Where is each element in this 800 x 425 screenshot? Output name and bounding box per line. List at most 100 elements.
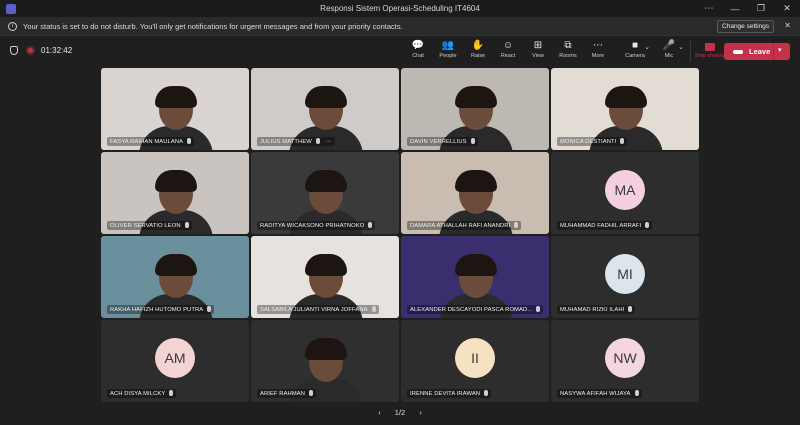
participant-tile[interactable]: RAKHA HAFIZH HUTOMO PUTRA [101, 236, 249, 318]
minimize-button[interactable]: — [722, 0, 748, 17]
share-icon [703, 39, 717, 52]
notification-close-icon[interactable]: ✕ [784, 21, 791, 30]
participant-name: SALSABILA JULIANTI VIRNA JOFFANA [257, 305, 379, 314]
participant-name: MUHAMAD RIZKI ILAHI [557, 305, 636, 314]
more-button[interactable]: ⋯ More [583, 39, 613, 63]
more-icon: ⋯ [593, 40, 603, 51]
close-window-button[interactable]: ✕ [774, 0, 800, 17]
people-icon: 👥 [441, 40, 455, 51]
rooms-button[interactable]: ⧉ Rooms [553, 39, 583, 63]
chevron-down-icon[interactable]: ▾ [778, 46, 782, 54]
participant-name: NASYWA AFIFAH WIJAYA [557, 389, 642, 398]
participant-name: MONICA DESTIANTI [557, 137, 628, 146]
leave-button[interactable]: Leave ▾ [724, 43, 790, 60]
stop-sharing-button[interactable]: Stop sharing [695, 39, 725, 63]
dnd-notification-bar: i Your status is set to do not disturb. … [0, 17, 800, 36]
participant-tile[interactable]: MA MUHAMMAD FADHIL ARRAFI [551, 152, 699, 234]
people-button[interactable]: 👥 People [433, 39, 463, 63]
raise-button[interactable]: ✋ Raise [463, 39, 493, 63]
chat-icon: 💬 [411, 40, 425, 51]
chevron-down-icon[interactable]: ⌄ [644, 43, 650, 51]
hang-up-icon [733, 49, 743, 54]
leave-label: Leave [749, 47, 771, 56]
participant-tile[interactable]: NW NASYWA AFIFAH WIJAYA [551, 320, 699, 402]
mic-icon [484, 390, 489, 396]
participant-name: MUHAMMAD FADHIL ARRAFI [557, 221, 653, 230]
participant-tile[interactable]: ARIEF RAHMAN [251, 320, 399, 402]
participant-name: FASYA RAIHAN MAULANA [107, 137, 195, 146]
change-settings-button[interactable]: Change settings [717, 20, 774, 33]
participant-name: RAKHA HAFIZH HUTOMO PUTRA [107, 305, 215, 314]
toolbar-label: Chat [412, 53, 424, 59]
participant-tile[interactable]: AM ACH DISYA MILCKY [101, 320, 249, 402]
toolbar-label: Raise [470, 53, 486, 59]
toolbar-label: More [591, 53, 605, 59]
more-options-icon[interactable]: ⋯ [326, 139, 332, 145]
participant-tile[interactable]: MI MUHAMAD RIZKI ILAHI [551, 236, 699, 318]
view-icon: ⊞ [533, 40, 543, 51]
participant-tile[interactable]: FASYA RAIHAN MAULANA [101, 68, 249, 150]
mic-icon [187, 138, 192, 144]
page-navigation: ‹ 1/2 › [0, 408, 800, 417]
meeting-toolbar: 01:32:42 💬 Chat 👥 People ✋ Raise ☺ React ⊞ View ⧉ R… [0, 36, 800, 66]
mic-button[interactable]: 🎤 Mic ⌄ [652, 39, 686, 63]
window-controls: ⋯ — ❐ ✕ [696, 0, 800, 17]
recording-indicator-icon [26, 46, 35, 55]
participant-name: RADITYA WICAKSONO PRIHATNOKO [257, 221, 376, 230]
more-options-icon[interactable]: ⋯ [696, 0, 722, 17]
react-button[interactable]: ☺ React [493, 39, 523, 63]
mic-icon [169, 390, 174, 396]
react-icon: ☺ [502, 40, 514, 51]
mic-icon [645, 222, 650, 228]
chat-button[interactable]: 💬 Chat [403, 39, 433, 63]
next-page-icon[interactable]: › [419, 408, 422, 417]
participant-tile[interactable]: ALEXANDER DESCAYODI PASCA ROMAD... [401, 236, 549, 318]
maximize-button[interactable]: ❐ [748, 0, 774, 17]
participant-tile[interactable]: RADITYA WICAKSONO PRIHATNOKO [251, 152, 399, 234]
window-title: Responsi Sistem Operasi-Scheduling IT460… [320, 4, 480, 13]
participant-name: IRENNE DEVITA IRAWAN [407, 389, 492, 398]
notification-message: Your status is set to do not disturb. Yo… [23, 21, 403, 31]
participant-tile[interactable]: II IRENNE DEVITA IRAWAN [401, 320, 549, 402]
page-indicator: 1/2 [394, 408, 406, 417]
avatar: NW [605, 338, 645, 378]
mic-icon [207, 306, 212, 312]
toolbar-label: People [439, 53, 457, 59]
participant-name: DAVIN VERRELLIUS [407, 137, 478, 146]
participant-name: ACH DISYA MILCKY [107, 389, 177, 398]
view-button[interactable]: ⊞ View [523, 39, 553, 63]
participant-name: ALEXANDER DESCAYODI PASCA ROMAD... [407, 305, 544, 314]
participant-tile[interactable]: OLIVER SERVATIO LEON [101, 152, 249, 234]
toolbar-actions: 💬 Chat 👥 People ✋ Raise ☺ React ⊞ View ⧉ Rooms ⋯ More [403, 39, 613, 63]
participant-name: ARIEF RAHMAN [257, 389, 317, 398]
toolbar-label: Stop sharing [694, 53, 726, 59]
camera-button[interactable]: ■ Camera ⌄ [618, 39, 652, 63]
previous-page-icon[interactable]: ‹ [378, 408, 381, 417]
mic-icon [371, 306, 376, 312]
participant-tile[interactable]: DAMARA ATHALLAH RAFI ANANDRI [401, 152, 549, 234]
mic-icon [470, 138, 475, 144]
participant-tile[interactable]: SALSABILA JULIANTI VIRNA JOFFANA [251, 236, 399, 318]
participant-name: DAMARA ATHALLAH RAFI ANANDRI [407, 221, 522, 230]
mic-icon [536, 306, 541, 312]
participant-tile[interactable]: MONICA DESTIANTI [551, 68, 699, 150]
chevron-down-icon[interactable]: ⌄ [678, 43, 684, 51]
mic-icon: 🎤 [662, 40, 676, 51]
toolbar-label: Mic [664, 53, 674, 59]
meeting-timer: 01:32:42 [41, 46, 73, 55]
rooms-icon: ⧉ [564, 40, 572, 51]
participant-tile[interactable]: JULIUS MATTHEW ⋯ [251, 68, 399, 150]
mic-icon [514, 222, 519, 228]
mic-icon [315, 138, 320, 144]
avatar: MA [605, 170, 645, 210]
avatar: MI [605, 254, 645, 294]
toolbar-label: Rooms [559, 53, 577, 59]
shield-icon[interactable] [10, 46, 18, 55]
participant-tile[interactable]: DAVIN VERRELLIUS [401, 68, 549, 150]
mic-icon [628, 306, 633, 312]
camera-icon: ■ [631, 40, 639, 51]
hand-icon: ✋ [471, 40, 485, 51]
mic-icon [184, 222, 189, 228]
mic-icon [620, 138, 625, 144]
mic-icon [309, 390, 314, 396]
